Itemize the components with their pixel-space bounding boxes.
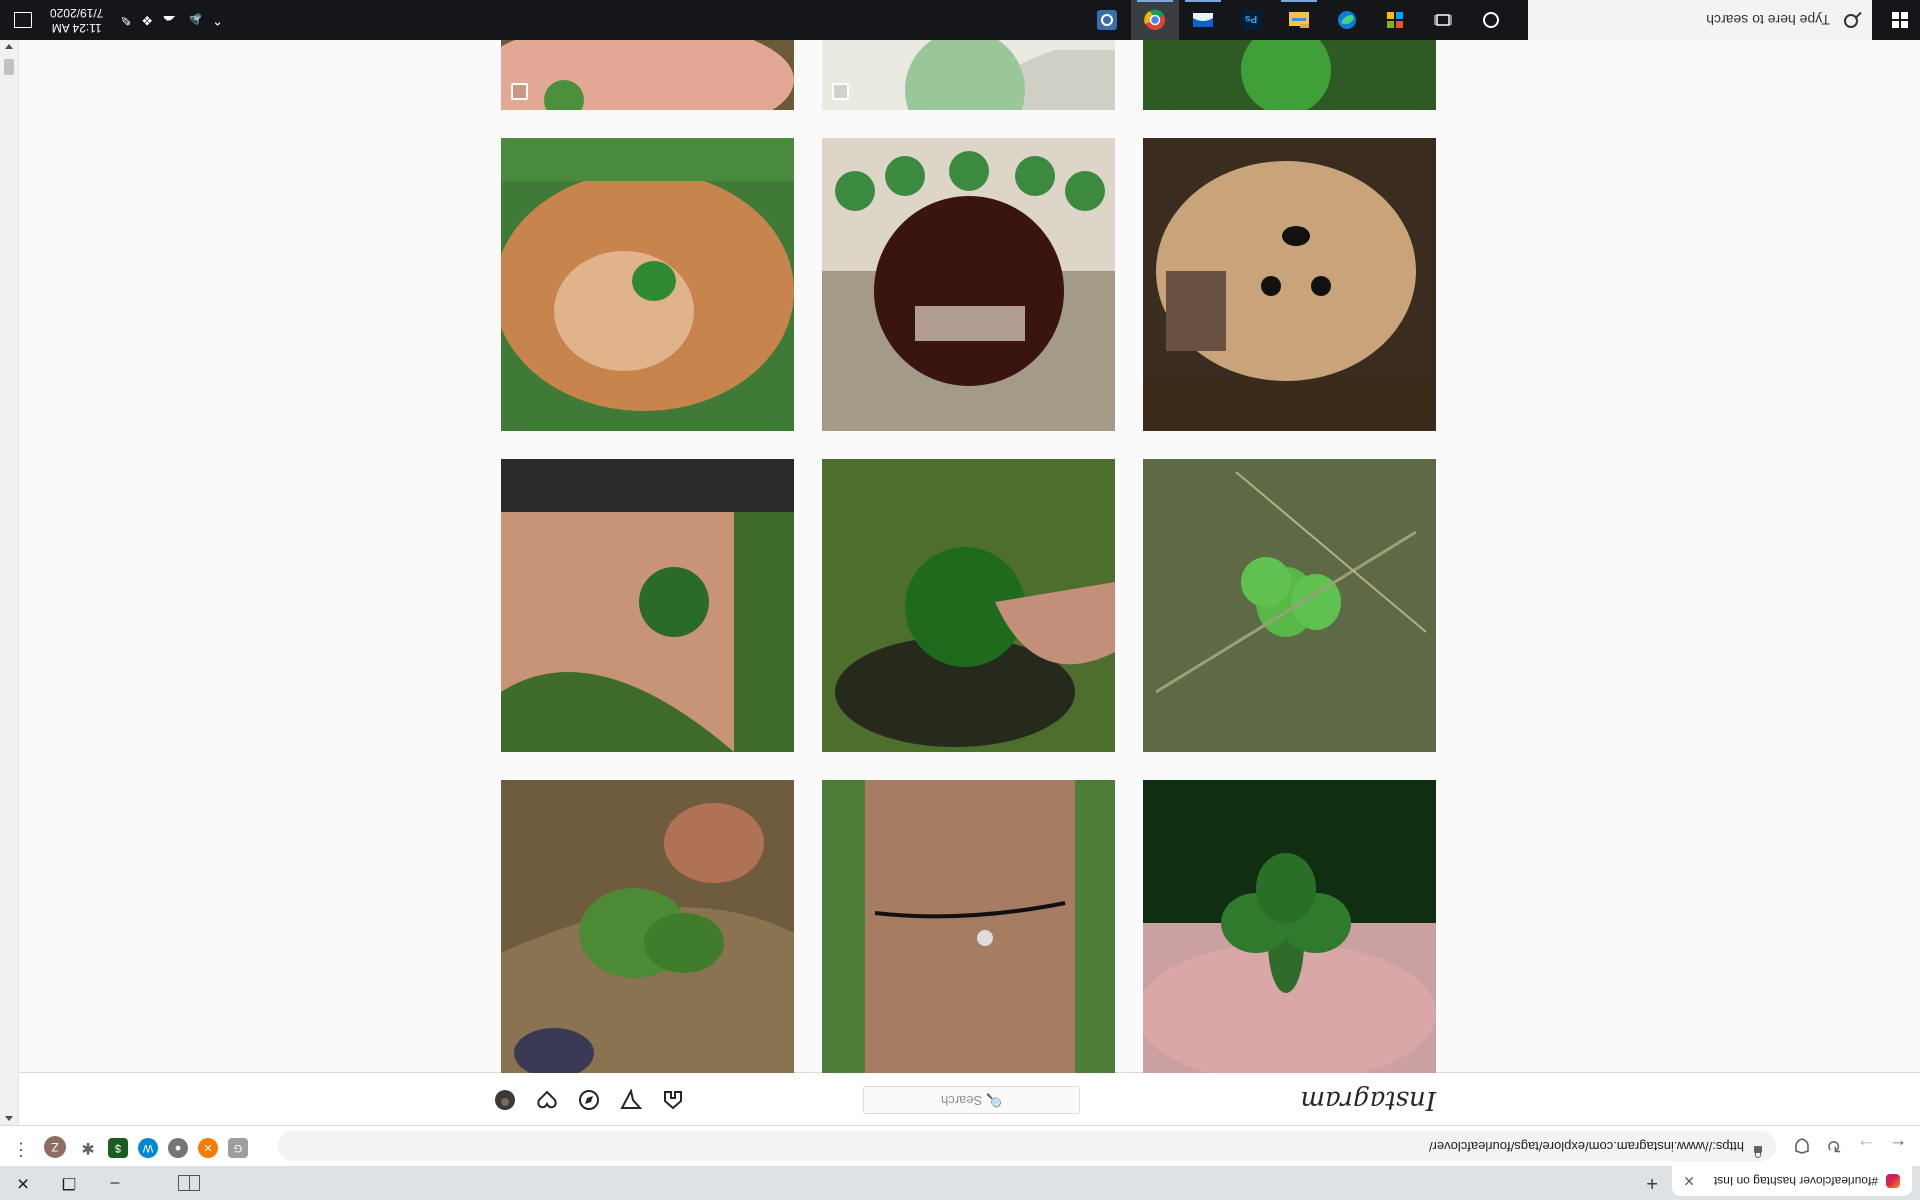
search-icon (1844, 14, 1858, 28)
photoshop-icon[interactable]: Ps (1227, 0, 1275, 40)
store-icon[interactable] (1371, 0, 1419, 40)
cloud-icon[interactable]: ☁ (163, 12, 176, 28)
post-thumbnail[interactable] (501, 138, 794, 431)
extension-circle-icon[interactable]: ● (168, 1138, 188, 1158)
profile-avatar[interactable]: Z (44, 1136, 66, 1158)
start-button[interactable] (1892, 12, 1908, 28)
chevron-up-icon[interactable]: ⌃ (212, 12, 223, 28)
browser-toolbar: ← → ↻ https://www.instagram.com/explore/… (0, 1125, 1920, 1166)
reload-button[interactable]: ↻ (1820, 1132, 1848, 1160)
close-window-button[interactable]: ✕ (0, 1166, 46, 1200)
activity-icon[interactable] (535, 1088, 559, 1112)
post-thumbnail[interactable] (1143, 459, 1436, 752)
taskbar-clock[interactable]: 11:24 AM 7/19/2020 (50, 5, 103, 35)
volume-icon[interactable]: 🔈 (186, 12, 202, 28)
explore-icon[interactable] (577, 1088, 601, 1112)
post-thumbnail[interactable] (1143, 40, 1436, 110)
instagram-logo[interactable]: Instagram (1300, 1085, 1436, 1115)
post-thumbnail[interactable] (1143, 138, 1436, 431)
settings-app-icon[interactable] (1083, 0, 1131, 40)
photoshop-label: Ps (1244, 13, 1257, 24)
post-thumbnail[interactable] (822, 459, 1115, 752)
instagram-favicon-icon (1886, 1174, 1900, 1188)
pen-icon[interactable]: ✎ (120, 12, 131, 28)
profile-avatar[interactable] (493, 1088, 517, 1112)
page-scrollbar[interactable] (0, 40, 19, 1125)
window-controls: – ❐ ✕ (0, 1166, 138, 1200)
post-thumbnail[interactable] (501, 40, 794, 110)
address-bar[interactable]: https://www.instagram.com/explore/tags/f… (278, 1131, 1776, 1161)
clock-time: 11:24 AM (51, 21, 102, 35)
back-button[interactable]: ← (1884, 1132, 1912, 1160)
extension-g-icon[interactable]: G (228, 1138, 248, 1158)
multi-photo-icon (832, 83, 849, 100)
notification-center-icon[interactable] (14, 12, 32, 28)
browser-menu-icon[interactable]: ⋮ (12, 1139, 30, 1160)
taskbar-search-text: Type here to search (1706, 12, 1830, 28)
scroll-down-arrow-icon[interactable] (5, 44, 13, 49)
taskbar-search-box[interactable]: Type here to search (1528, 0, 1872, 40)
scroll-thumb[interactable] (4, 59, 14, 75)
extension-s-icon[interactable]: $ (108, 1138, 128, 1158)
system-tray: ⌃ 🔈 ☁ ❖ ✎ 11:24 AM 7/19/2020 (0, 0, 228, 40)
multi-photo-icon (511, 83, 528, 100)
post-thumbnail[interactable] (822, 40, 1115, 110)
lock-icon (1754, 1146, 1762, 1153)
mail-icon[interactable] (1179, 0, 1227, 40)
extensions-puzzle-icon[interactable]: ✱ (78, 1138, 98, 1158)
post-thumbnail[interactable] (822, 780, 1115, 1073)
snap-layout-icon[interactable] (178, 1175, 200, 1191)
clock-date: 7/19/2020 (50, 6, 104, 20)
post-thumbnail[interactable] (822, 138, 1115, 431)
new-tab-button[interactable]: + (1646, 1171, 1658, 1194)
dropbox-icon[interactable]: ❖ (141, 12, 153, 28)
minimize-button[interactable]: – (92, 1166, 138, 1200)
tab-title: #fourleafclover hashtag on Inst (1713, 1174, 1878, 1188)
desktop-screen: #fourleafclover hashtag on Inst ✕ + – ❐ … (0, 0, 1920, 1200)
scroll-up-arrow-icon[interactable] (5, 1116, 13, 1121)
cortana-icon[interactable] (1467, 0, 1515, 40)
instagram-header: Instagram 🔍 Search (18, 1072, 1920, 1125)
chrome-icon[interactable] (1131, 0, 1179, 40)
instagram-nav (493, 1088, 685, 1112)
file-explorer-icon[interactable] (1275, 0, 1323, 40)
home-icon[interactable] (661, 1088, 685, 1112)
home-shield-icon[interactable] (1788, 1132, 1816, 1160)
edge-icon[interactable] (1323, 0, 1371, 40)
forward-button[interactable]: → (1852, 1132, 1880, 1160)
extension-x-icon[interactable]: ✕ (198, 1138, 218, 1158)
tab-close-icon[interactable]: ✕ (1683, 1173, 1695, 1190)
post-thumbnail[interactable] (501, 459, 794, 752)
page-viewport: Instagram 🔍 Search (18, 40, 1920, 1125)
browser-tab[interactable]: #fourleafclover hashtag on Inst ✕ (1672, 1166, 1912, 1196)
post-thumbnail[interactable] (501, 780, 794, 1073)
url-text[interactable]: https://www.instagram.com/explore/tags/f… (1429, 1139, 1744, 1154)
task-view-icon[interactable] (1419, 0, 1467, 40)
restore-button[interactable]: ❐ (46, 1166, 92, 1200)
post-thumbnail[interactable] (1143, 780, 1436, 1073)
windows-taskbar: Type here to search Ps ⌃ 🔈 ☁ ❖ ✎ 11:24 A… (0, 0, 1920, 40)
taskbar-apps: Ps (1083, 0, 1515, 40)
browser-tab-strip: #fourleafclover hashtag on Inst ✕ + – ❐ … (0, 1166, 1920, 1200)
search-input[interactable]: 🔍 Search (863, 1086, 1080, 1114)
extensions-area: G ✕ ● W $ ✱ (78, 1138, 248, 1158)
extension-w-icon[interactable]: W (138, 1138, 158, 1158)
direct-icon[interactable] (619, 1088, 643, 1112)
